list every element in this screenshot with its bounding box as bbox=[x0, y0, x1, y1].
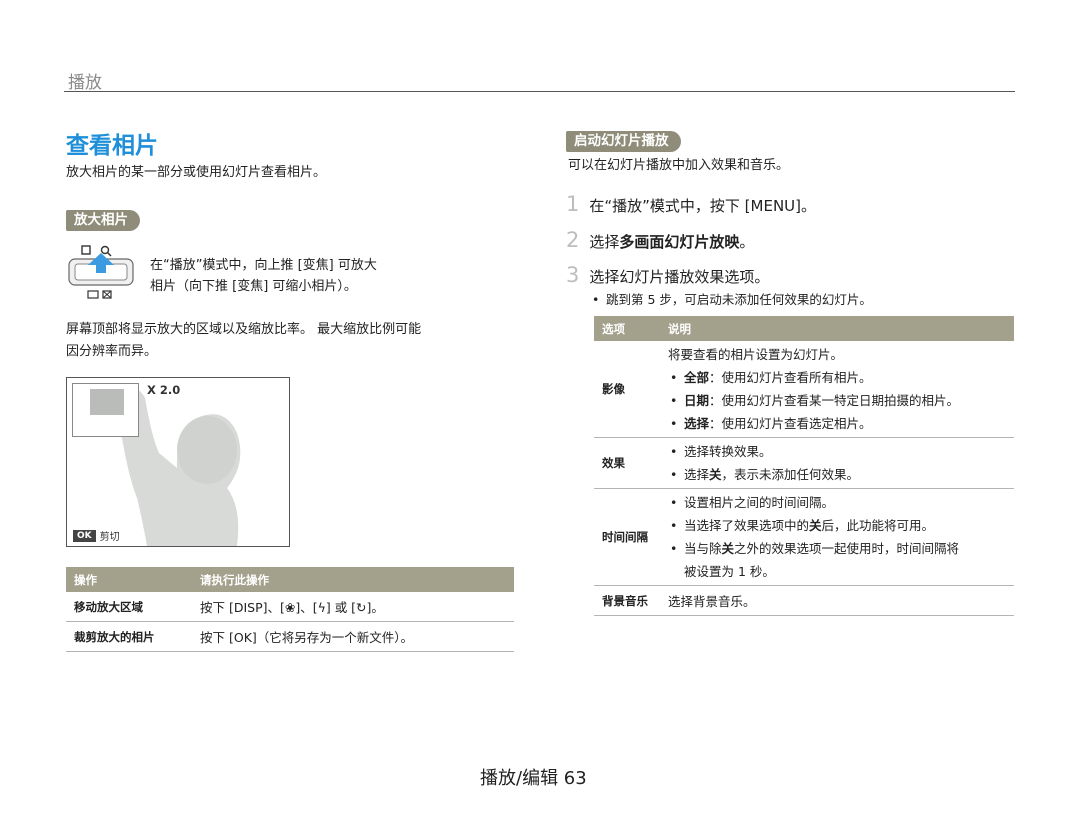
crop-hint: OK 剪切 bbox=[73, 528, 120, 543]
step-2: 2 选择多画面幻灯片放映。 bbox=[566, 228, 754, 252]
table-cell-action: 移动放大区域 bbox=[66, 592, 192, 622]
table-header-row: 操作 请执行此操作 bbox=[66, 567, 514, 592]
option-lead: 将要查看的相片设置为幻灯片。 bbox=[668, 347, 844, 362]
table-row: 时间间隔 设置相片之间的时间间隔。 当选择了效果选项中的关后，此功能将可用。 当… bbox=[594, 488, 1014, 586]
zoom-section-pill: 放大相片 bbox=[66, 209, 140, 231]
option-label: 时间间隔 bbox=[594, 488, 660, 586]
step-text: 选择幻灯片播放效果选项。 bbox=[589, 268, 770, 286]
intro-text: 放大相片的某一部分或使用幻灯片查看相片。 bbox=[66, 165, 327, 180]
option-bullets: 设置相片之间的时间间隔。 当选择了效果选项中的关后，此功能将可用。 当与除关之外… bbox=[668, 491, 1006, 583]
zoom-instruction-1: 在“播放”模式中，向上推 [变焦] 可放大 bbox=[150, 258, 377, 273]
option-description: 选择转换效果。 选择关，表示未添加任何效果。 bbox=[660, 437, 1014, 489]
table-header: 选项 bbox=[594, 316, 660, 341]
table-cell-instruction: 按下 [DISP]、[❀]、[ϟ] 或 [↻]。 bbox=[192, 592, 514, 622]
crop-label: 剪切 bbox=[99, 532, 120, 543]
table-row: 效果 选择转换效果。 选择关，表示未添加任何效果。 bbox=[594, 437, 1014, 489]
table-row: 影像 将要查看的相片设置为幻灯片。 全部：使用幻灯片查看所有相片。 日期：使用幻… bbox=[594, 341, 1014, 438]
zoom-ratio: X 2.0 bbox=[147, 383, 181, 397]
step-text: 选择多画面幻灯片放映。 bbox=[589, 233, 755, 251]
option-description: 设置相片之间的时间间隔。 当选择了效果选项中的关后，此功能将可用。 当与除关之外… bbox=[660, 488, 1014, 586]
step-number: 3 bbox=[566, 263, 580, 287]
slideshow-options-table: 选项 说明 影像 将要查看的相片设置为幻灯片。 全部：使用幻灯片查看所有相片。 … bbox=[594, 316, 1014, 616]
list-item: 选择：使用幻灯片查看选定相片。 bbox=[668, 412, 1006, 435]
zoom-area-box bbox=[90, 389, 124, 415]
ok-badge: OK bbox=[73, 529, 96, 542]
step-3: 3 选择幻灯片播放效果选项。 bbox=[566, 263, 769, 287]
list-item: 选择转换效果。 bbox=[668, 440, 1006, 463]
option-description: 将要查看的相片设置为幻灯片。 全部：使用幻灯片查看所有相片。 日期：使用幻灯片查… bbox=[660, 341, 1014, 438]
option-bullets: 全部：使用幻灯片查看所有相片。 日期：使用幻灯片查看某一特定日期拍摄的相片。 选… bbox=[668, 366, 1006, 435]
table-row: 裁剪放大的相片 按下 [OK]（它将另存为一个新文件）。 bbox=[66, 621, 514, 652]
step-number: 1 bbox=[566, 192, 580, 216]
zoom-instruction-2: 相片（向下推 [变焦] 可缩小相片）。 bbox=[150, 279, 357, 294]
page-title: 查看相片 bbox=[66, 133, 158, 159]
table-header: 操作 bbox=[66, 567, 192, 592]
option-label: 背景音乐 bbox=[594, 585, 660, 616]
option-bullets: 选择转换效果。 选择关，表示未添加任何效果。 bbox=[668, 440, 1006, 486]
table-cell-instruction: 按下 [OK]（它将另存为一个新文件）。 bbox=[192, 621, 514, 652]
zoom-note-1: 屏幕顶部将显示放大的区域以及缩放比率。 最大缩放比例可能 bbox=[66, 322, 422, 337]
list-item: 当选择了效果选项中的关后，此功能将可用。 bbox=[668, 514, 1006, 537]
step3-note: 跳到第 5 步，可启动未添加任何效果的幻灯片。 bbox=[590, 288, 872, 311]
table-row: 背景音乐 选择背景音乐。 bbox=[594, 585, 1014, 616]
page-footer: 播放/编辑 63 bbox=[480, 768, 587, 789]
table-header: 请执行此操作 bbox=[192, 567, 514, 592]
step-number: 2 bbox=[566, 228, 580, 252]
table-header: 说明 bbox=[660, 316, 1014, 341]
zoom-area-indicator bbox=[72, 383, 139, 437]
option-label: 效果 bbox=[594, 437, 660, 489]
list-item: 选择关，表示未添加任何效果。 bbox=[668, 463, 1006, 486]
table-cell-action: 裁剪放大的相片 bbox=[66, 621, 192, 652]
list-item: 当与除关之外的效果选项一起使用时，时间间隔将被设置为 1 秒。 bbox=[668, 537, 1006, 583]
list-item: 设置相片之间的时间间隔。 bbox=[668, 491, 1006, 514]
camera-screen-preview: X 2.0 OK 剪切 bbox=[66, 377, 290, 547]
table-header-row: 选项 说明 bbox=[594, 316, 1014, 341]
step-1: 1 在“播放”模式中，按下 [MENU]。 bbox=[566, 192, 816, 216]
slideshow-pill-label: 启动幻灯片播放 bbox=[566, 131, 681, 152]
slideshow-section-pill: 启动幻灯片播放 bbox=[566, 130, 681, 152]
zoom-actions-table: 操作 请执行此操作 移动放大区域 按下 [DISP]、[❀]、[ϟ] 或 [↻]… bbox=[66, 567, 514, 652]
list-item: 跳到第 5 步，可启动未添加任何效果的幻灯片。 bbox=[590, 288, 872, 311]
zoom-lever-icon bbox=[66, 243, 136, 301]
option-description: 选择背景音乐。 bbox=[660, 585, 1014, 616]
header-divider bbox=[64, 91, 1015, 92]
table-row: 移动放大区域 按下 [DISP]、[❀]、[ϟ] 或 [↻]。 bbox=[66, 592, 514, 622]
slideshow-intro: 可以在幻灯片播放中加入效果和音乐。 bbox=[568, 158, 790, 173]
zoom-pill-label: 放大相片 bbox=[66, 210, 140, 231]
option-label: 影像 bbox=[594, 341, 660, 438]
section-label: 播放 bbox=[68, 73, 102, 93]
menu-item-name: 多画面幻灯片放映 bbox=[619, 233, 740, 251]
list-item: 全部：使用幻灯片查看所有相片。 bbox=[668, 366, 1006, 389]
step-text: 在“播放”模式中，按下 [MENU]。 bbox=[589, 197, 817, 215]
list-item: 日期：使用幻灯片查看某一特定日期拍摄的相片。 bbox=[668, 389, 1006, 412]
zoom-note-2: 因分辨率而异。 bbox=[66, 344, 158, 359]
